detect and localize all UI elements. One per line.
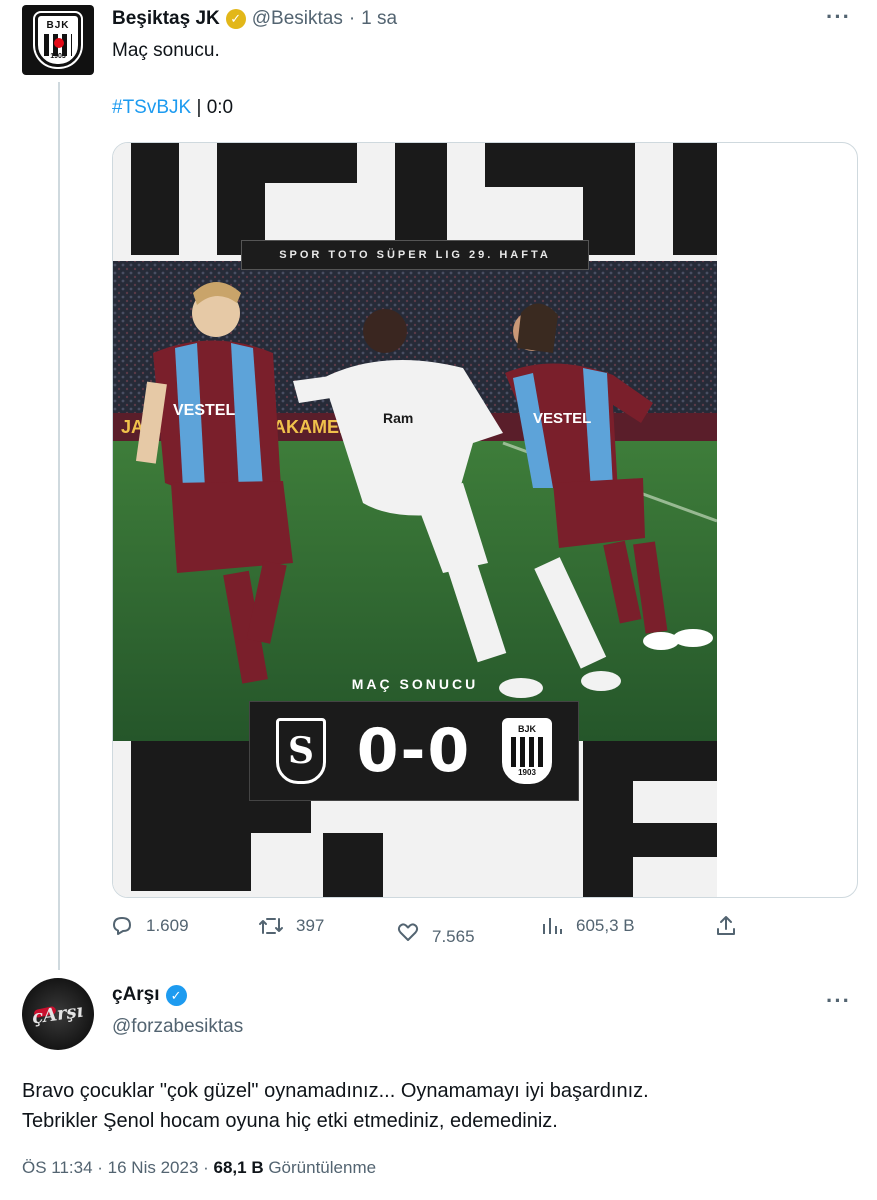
- tweet-text: Maç sonucu.: [112, 40, 220, 61]
- views-count: 605,3 B: [576, 916, 635, 935]
- crest-star-icon: [54, 38, 64, 48]
- reply-text-line: Tebrikler Şenol hocam oyuna hiç etki etm…: [22, 1110, 558, 1132]
- reply-author-name[interactable]: çArşı: [112, 984, 160, 1006]
- hashtag-link[interactable]: #TSvBJK: [112, 97, 191, 118]
- match-result-label: MAÇ SONUCU: [351, 676, 479, 692]
- thread-line: [58, 82, 60, 970]
- league-label: SPOR TOTO SÜPER LIG 29. HAFTA: [241, 240, 589, 270]
- bjk-logo-text: BJK: [517, 724, 536, 734]
- tweet-actions: 1.609 397 7.565 605,3 B: [110, 914, 750, 950]
- tweet-media-card[interactable]: JAKAMEN JAKAMEN VESTEL Ram: [112, 142, 858, 898]
- like-button[interactable]: 7.565: [396, 917, 475, 947]
- svg-text:Ram: Ram: [383, 410, 413, 426]
- carsi-avatar[interactable]: çArşı: [22, 978, 94, 1050]
- reply-views-label: Görüntülenme: [263, 1158, 377, 1177]
- match-poster-image: JAKAMEN JAKAMEN VESTEL Ram: [113, 143, 717, 897]
- heart-icon: [397, 923, 419, 941]
- author-handle[interactable]: @Besiktas: [252, 8, 343, 30]
- like-count: 7.565: [432, 927, 475, 946]
- trabzonspor-logo-letter: S: [288, 730, 314, 772]
- svg-text:VESTEL: VESTEL: [533, 410, 591, 427]
- crest-year-text: 1903: [50, 53, 66, 60]
- more-dots-icon[interactable]: ···: [826, 4, 851, 30]
- reply-icon: [113, 917, 131, 935]
- besiktas-crest-icon: BJK 1903: [35, 13, 81, 67]
- score-text: | 0:0: [191, 97, 234, 118]
- bjk-logo-year: 1903: [518, 768, 536, 777]
- bjk-logo-stripes: [511, 737, 543, 767]
- reply-timestamp[interactable]: ÖS 11:34 · 16 Nis 2023 ·: [22, 1158, 214, 1177]
- scoreboard: S 0-0 BJK 1903: [249, 701, 579, 801]
- share-button[interactable]: [714, 914, 750, 938]
- reply-views-count: 68,1 B: [213, 1158, 264, 1177]
- more-dots-icon[interactable]: ···: [826, 988, 851, 1014]
- views-chart-icon: [543, 918, 562, 934]
- besiktas-avatar[interactable]: BJK 1903: [22, 5, 94, 75]
- retweet-count: 397: [296, 916, 325, 935]
- verified-badge-icon[interactable]: ✓: [165, 984, 187, 1006]
- views-button[interactable]: 605,3 B: [540, 914, 635, 938]
- trabzonspor-logo-icon: S: [276, 718, 326, 784]
- svg-text:VESTEL: VESTEL: [173, 402, 235, 419]
- author-name[interactable]: Beşiktaş JK: [112, 8, 220, 30]
- separator: ·: [348, 8, 356, 29]
- verified-badge-icon[interactable]: ✓: [225, 9, 246, 29]
- reply-count: 1.609: [146, 916, 189, 935]
- retweet-icon: [259, 918, 283, 934]
- reply-meta: ÖS 11:34 · 16 Nis 2023 · 68,1 B Görüntül…: [22, 1158, 376, 1178]
- crest-bjk-text: BJK: [46, 20, 70, 31]
- avatar-logo-text: çArşı: [31, 1000, 85, 1028]
- tweet-hashtag-line: #TSvBJK | 0:0: [112, 97, 233, 119]
- reply-text-line: Bravo çocuklar "çok güzel" oynamadınız..…: [22, 1080, 649, 1102]
- reply-author-handle[interactable]: @forzabesiktas: [112, 1016, 243, 1038]
- besiktas-logo-icon: BJK 1903: [502, 718, 552, 784]
- reply-text: Bravo çocuklar "çok güzel" oynamadınız..…: [22, 1076, 852, 1136]
- reply-header: çArşı ✓: [112, 984, 187, 1006]
- retweet-button[interactable]: 397: [258, 914, 324, 938]
- reply-button[interactable]: 1.609: [110, 914, 189, 938]
- tweet-header: Beşiktaş JK ✓ @Besiktas · 1 sa: [112, 6, 397, 32]
- tweet-time[interactable]: 1 sa: [361, 8, 397, 30]
- share-icon: [717, 916, 735, 935]
- match-score: 0-0: [356, 716, 472, 786]
